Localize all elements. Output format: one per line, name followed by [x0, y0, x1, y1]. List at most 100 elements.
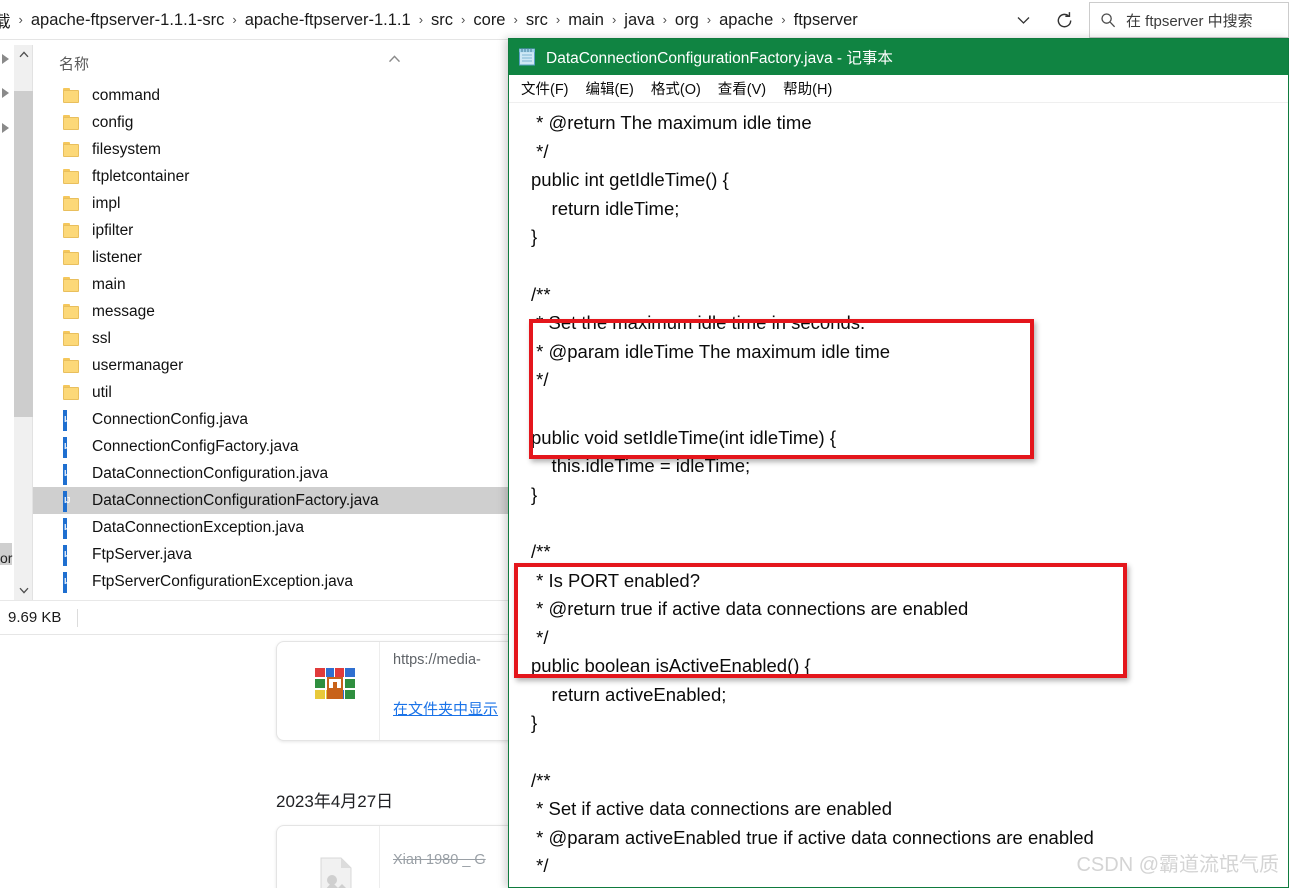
notepad-menu-item[interactable]: 查看(V) [718, 78, 766, 99]
file-list-item[interactable]: IJ FtpServerConfigurationException.java [33, 568, 510, 595]
file-list-item[interactable]: usermanager [33, 352, 510, 379]
code-line: public boolean isActiveEnabled() { [531, 655, 811, 677]
folder-icon-wrap [63, 276, 81, 293]
file-list-item[interactable]: IJ DataConnectionConfiguration.java [33, 460, 510, 487]
file-list-item[interactable]: filesystem [33, 136, 510, 163]
breadcrumb-item[interactable]: 载 [0, 8, 14, 32]
breadcrumb-item[interactable]: java [621, 11, 657, 30]
breadcrumb-item[interactable]: apache-ftpserver-1.1.1 [242, 11, 414, 30]
document-icon [313, 856, 359, 888]
card-divider [379, 642, 380, 740]
breadcrumb-separator-icon: › [418, 11, 424, 27]
breadcrumb-item[interactable]: apache [716, 11, 776, 30]
code-line: public void setIdleTime(int idleTime) { [531, 426, 837, 448]
notepad-menu-item[interactable]: 帮助(H) [783, 78, 832, 99]
file-list-item[interactable]: ipfilter [33, 217, 510, 244]
file-list-item[interactable]: config [33, 109, 510, 136]
file-list-item[interactable]: impl [33, 190, 510, 217]
code-line: */ [531, 369, 549, 391]
tree-expand-arrow-icon[interactable] [0, 121, 12, 133]
file-list-item[interactable]: listener [33, 244, 510, 271]
sort-ascending-icon [388, 50, 401, 68]
breadcrumb-item[interactable]: src [428, 11, 456, 30]
file-list-item-label: ftpletcontainer [92, 167, 190, 185]
scrollbar-down-button[interactable] [14, 581, 33, 600]
file-list-item[interactable]: IJ FtpServer.java [33, 541, 510, 568]
code-line: */ [531, 626, 549, 648]
folder-icon-wrap [63, 195, 81, 212]
code-line: } [531, 712, 538, 734]
column-header-row: 名称 [33, 46, 510, 80]
status-bar: 9.69 KB [0, 600, 510, 634]
file-list-item[interactable]: IJ ConnectionConfigFactory.java [33, 433, 510, 460]
code-line: } [531, 226, 538, 248]
code-content: * @return The maximum idle time */ public… [531, 109, 1288, 887]
code-line: return idleTime; [531, 197, 680, 219]
chevron-up-icon [19, 51, 28, 58]
notepad-menu-item[interactable]: 编辑(E) [586, 78, 634, 99]
file-list-item-label: DataConnectionConfiguration.java [92, 464, 329, 482]
download-title-text: Xian 1980 _ G [393, 852, 486, 868]
notepad-text-area[interactable]: * @return The maximum idle time */ public… [509, 104, 1288, 887]
breadcrumb-separator-icon: › [662, 11, 667, 27]
notepad-title-bar[interactable]: DataConnectionConfigurationFactory.java … [509, 39, 1288, 75]
breadcrumb-item[interactable]: main [565, 11, 607, 30]
search-placeholder-text: 在 ftpserver 中搜索 [1126, 12, 1253, 30]
tree-expand-arrow-icon[interactable] [0, 86, 12, 98]
file-list-item-label: DataConnectionException.java [92, 518, 304, 536]
search-input[interactable]: 在 ftpserver 中搜索 [1089, 2, 1289, 38]
file-list-item-label: listener [92, 248, 142, 266]
file-list-item-label: main [92, 275, 126, 293]
address-dropdown-button[interactable] [1005, 8, 1041, 32]
code-line: public void setActiveEnabled(boolean act… [531, 881, 1288, 887]
intellij-java-file-icon: IJ [63, 544, 70, 566]
code-line: * @return true if active data connection… [531, 598, 969, 620]
code-line: this.idleTime = idleTime; [531, 455, 751, 477]
breadcrumb-item[interactable]: src [523, 11, 551, 30]
notepad-menu-item[interactable]: 格式(O) [651, 78, 701, 99]
file-list-item-label: filesystem [92, 140, 161, 158]
file-list-item[interactable]: message [33, 298, 510, 325]
refresh-button[interactable] [1047, 6, 1081, 34]
file-list-item[interactable]: IJ ConnectionConfig.java [33, 406, 510, 433]
java-file-icon-wrap: IJ [63, 436, 81, 458]
file-list-item[interactable]: main [33, 271, 510, 298]
file-list-item[interactable]: util [33, 379, 510, 406]
file-list-item[interactable]: ftpletcontainer [33, 163, 510, 190]
tree-truncated-label: or [0, 550, 13, 566]
file-list-item-label: message [92, 302, 155, 320]
intellij-java-file-icon: IJ [63, 463, 70, 485]
column-header-name[interactable]: 名称 [59, 53, 89, 74]
file-list-item-label: ConnectionConfig.java [92, 410, 248, 428]
breadcrumb-item[interactable]: org [672, 11, 702, 30]
notepad-menu-item[interactable]: 文件(F) [521, 78, 569, 99]
breadcrumb[interactable]: 载 › apache-ftpserver-1.1.1-src › apache-ftps… [0, 0, 861, 40]
breadcrumb-item[interactable]: apache-ftpserver-1.1.1-src [28, 11, 228, 30]
notepad-menu-bar[interactable]: 文件(F) 编辑(E) 格式(O) 查看(V) 帮助(H) [509, 75, 1288, 103]
file-list-pane: 名称 command config filesystem ftpletcontaine… [33, 40, 510, 600]
file-list-scrollbar[interactable] [14, 45, 33, 600]
breadcrumb-item[interactable]: core [470, 11, 508, 30]
breadcrumb-separator-icon: › [555, 11, 561, 27]
file-list-item[interactable]: IJ DataConnectionException.java [33, 514, 510, 541]
scrollbar-thumb[interactable] [14, 91, 33, 417]
intellij-java-file-icon: IJ [63, 571, 70, 593]
file-list[interactable]: command config filesystem ftpletcontainer im… [33, 82, 510, 595]
scrollbar-up-button[interactable] [14, 45, 33, 64]
file-list-item-label: util [92, 383, 112, 401]
show-in-folder-link[interactable]: 在文件夹中显示 [393, 698, 498, 719]
file-list-item-selected[interactable]: IJ DataConnectionConfigurationFactory.jav… [33, 487, 510, 514]
notepad-window: DataConnectionConfigurationFactory.java … [508, 38, 1289, 888]
code-line: return activeEnabled; [531, 683, 727, 705]
folder-icon-wrap [63, 357, 81, 374]
breadcrumb-item[interactable]: ftpserver [791, 11, 861, 30]
java-file-icon-wrap: IJ [63, 517, 81, 539]
tree-expand-arrow-icon[interactable] [0, 52, 12, 64]
search-icon [1101, 13, 1116, 28]
file-list-item[interactable]: command [33, 82, 510, 109]
code-line: * @return The maximum idle time [531, 112, 812, 133]
file-list-item[interactable]: ssl [33, 325, 510, 352]
java-file-icon-wrap: IJ [63, 571, 81, 593]
file-list-item-label: FtpServer.java [92, 545, 192, 563]
intellij-java-file-icon: IJ [63, 490, 70, 512]
